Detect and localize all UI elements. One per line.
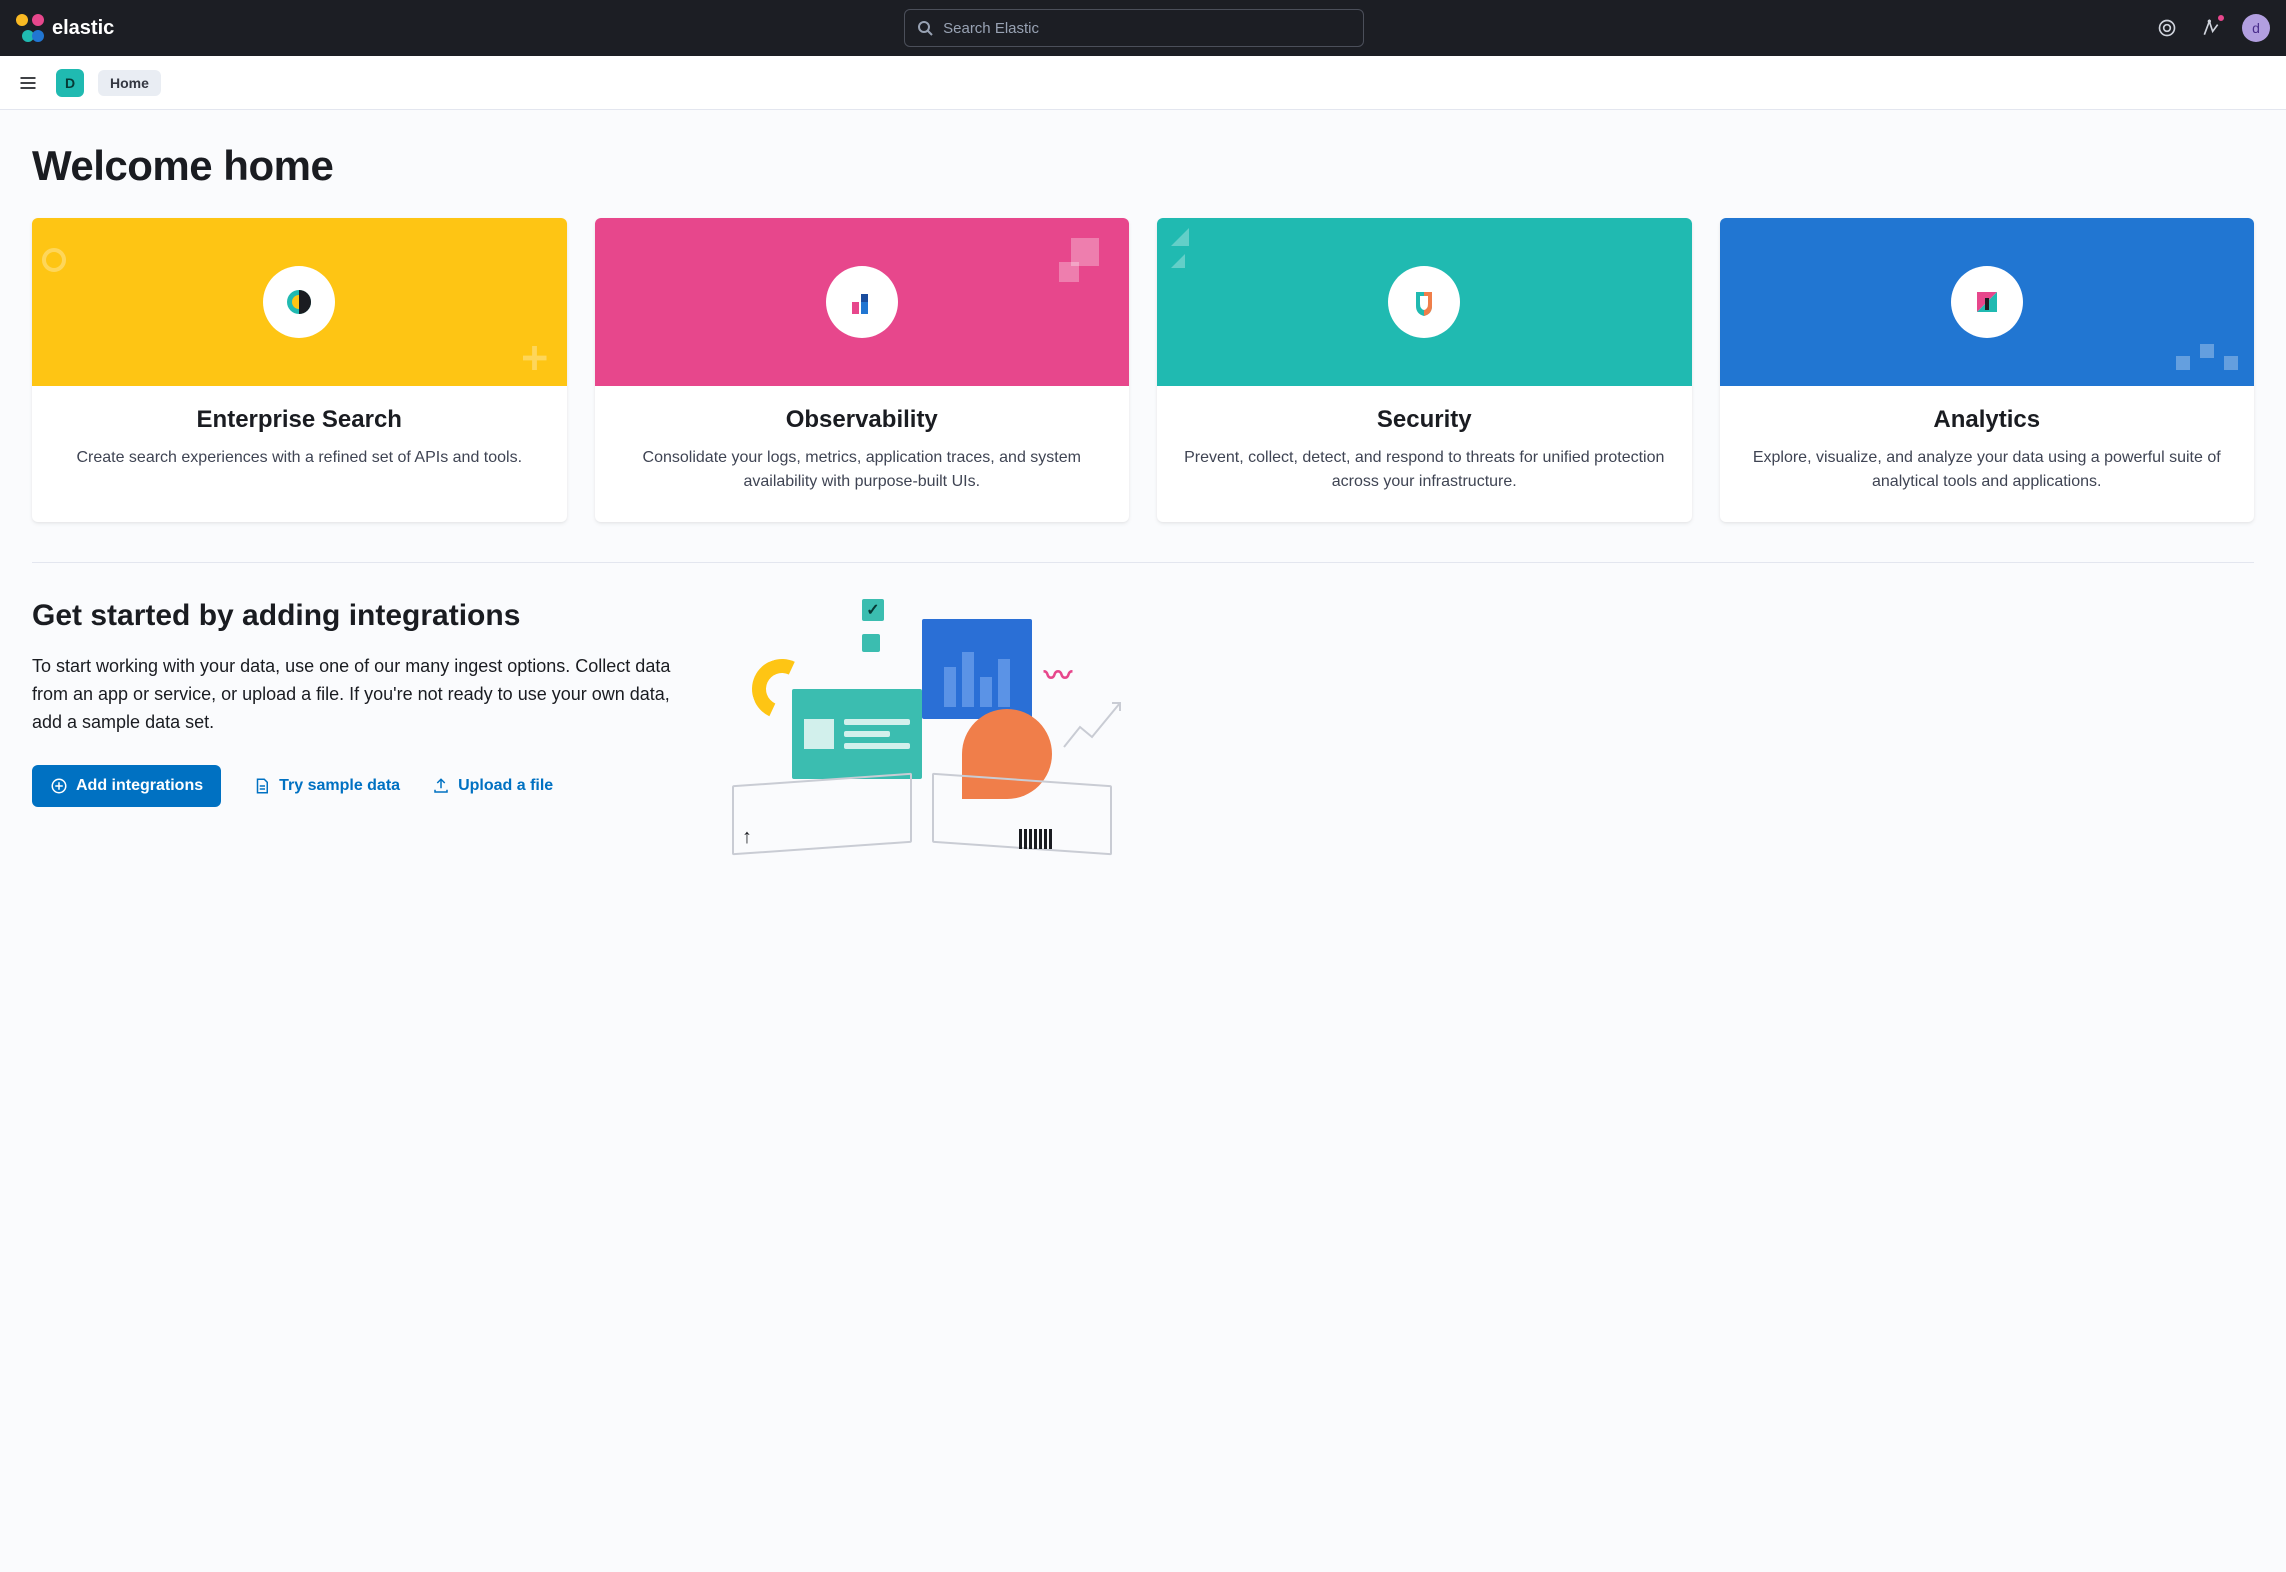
- solution-cards-row: Enterprise Search Create search experien…: [32, 218, 2254, 522]
- upload-file-link[interactable]: Upload a file: [432, 777, 553, 795]
- section-divider: [32, 562, 2254, 563]
- card-desc: Prevent, collect, detect, and respond to…: [1177, 446, 1672, 494]
- observability-icon: [826, 266, 898, 338]
- global-search-input[interactable]: Search Elastic: [904, 9, 1364, 47]
- main-content: Welcome home Enterprise Search Create se…: [0, 110, 2286, 889]
- try-sample-label: Try sample data: [279, 777, 400, 795]
- upload-icon: [432, 777, 450, 795]
- breadcrumb-home[interactable]: Home: [98, 70, 161, 96]
- elastic-logo-mark: [16, 14, 44, 42]
- help-icon[interactable]: [2154, 15, 2180, 41]
- card-security[interactable]: Security Prevent, collect, detect, and r…: [1157, 218, 1692, 522]
- card-desc: Consolidate your logs, metrics, applicat…: [615, 446, 1110, 494]
- card-observability[interactable]: Observability Consolidate your logs, met…: [595, 218, 1130, 522]
- security-icon: [1388, 266, 1460, 338]
- space-initial: D: [65, 75, 75, 91]
- card-analytics[interactable]: Analytics Explore, visualize, and analyz…: [1720, 218, 2255, 522]
- user-avatar[interactable]: d: [2242, 14, 2270, 42]
- card-hero: [1720, 218, 2255, 386]
- search-icon: [917, 20, 933, 36]
- nav-toggle-button[interactable]: [14, 69, 42, 97]
- card-enterprise-search[interactable]: Enterprise Search Create search experien…: [32, 218, 567, 522]
- add-integrations-button[interactable]: Add integrations: [32, 765, 221, 807]
- card-title: Observability: [615, 406, 1110, 434]
- card-hero: [32, 218, 567, 386]
- page-title: Welcome home: [32, 142, 2254, 190]
- global-header: elastic Search Elastic d: [0, 0, 2286, 56]
- app-subheader: D Home: [0, 56, 2286, 110]
- plus-circle-icon: [50, 777, 68, 795]
- news-feed-icon[interactable]: [2198, 15, 2224, 41]
- card-hero: [1157, 218, 1692, 386]
- space-selector[interactable]: D: [56, 69, 84, 97]
- card-title: Security: [1177, 406, 1672, 434]
- card-title: Enterprise Search: [52, 406, 547, 434]
- add-integrations-label: Add integrations: [76, 777, 203, 795]
- elastic-logo-text: elastic: [52, 17, 114, 40]
- card-title: Analytics: [1740, 406, 2235, 434]
- elastic-logo[interactable]: elastic: [16, 14, 114, 42]
- card-desc: Explore, visualize, and analyze your dat…: [1740, 446, 2235, 494]
- document-icon: [253, 777, 271, 795]
- search-placeholder: Search Elastic: [943, 20, 1039, 37]
- card-hero: [595, 218, 1130, 386]
- upload-file-label: Upload a file: [458, 777, 553, 795]
- notification-dot: [2216, 13, 2226, 23]
- get-started-paragraph: To start working with your data, use one…: [32, 653, 672, 737]
- enterprise-search-icon: [263, 266, 335, 338]
- get-started-section: Get started by adding integrations To st…: [32, 599, 2254, 849]
- integrations-illustration: ✓ 〰 ↑: [712, 599, 1132, 849]
- analytics-icon: [1951, 266, 2023, 338]
- breadcrumb-label: Home: [110, 75, 149, 91]
- card-desc: Create search experiences with a refined…: [52, 446, 547, 470]
- try-sample-data-link[interactable]: Try sample data: [253, 777, 400, 795]
- get-started-title: Get started by adding integrations: [32, 599, 672, 633]
- avatar-initial: d: [2252, 20, 2260, 36]
